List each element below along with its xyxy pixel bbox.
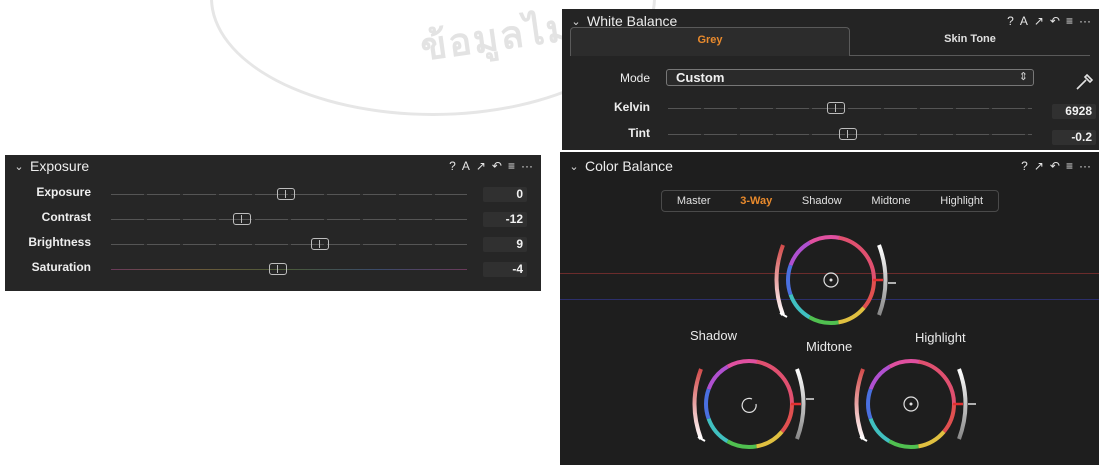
color-balance-panel-header[interactable]: ⌄ Color Balance ? ↗ ↶ ≡ ··· <box>560 155 1099 177</box>
highlight-label: Highlight <box>915 330 966 345</box>
midtone-color-wheel[interactable] <box>756 230 906 330</box>
segment-3-way[interactable]: 3-Way <box>740 195 772 207</box>
auto-icon[interactable]: A <box>1020 14 1028 28</box>
segment-master[interactable]: Master <box>677 195 711 207</box>
slider-label: Contrast <box>41 210 91 224</box>
eyedropper-icon[interactable] <box>1074 73 1094 91</box>
mode-segmented-control: Master 3-Way Shadow Midtone Highlight <box>661 190 999 212</box>
slider-knob[interactable] <box>311 238 329 250</box>
slider-row-brightness: Brightness 9 <box>5 235 541 257</box>
slider-label: Brightness <box>28 235 91 249</box>
highlight-color-wheel[interactable] <box>836 354 986 454</box>
panel-title: Exposure <box>30 158 90 174</box>
shadow-color-wheel[interactable] <box>674 354 824 454</box>
slider-value[interactable]: 0 <box>483 187 527 202</box>
slider-track[interactable] <box>111 244 467 245</box>
color-balance-panel: ⌄ Color Balance ? ↗ ↶ ≡ ··· Master 3-Way… <box>560 152 1099 465</box>
slider-row-saturation: Saturation -4 <box>5 260 541 282</box>
pick-icon[interactable]: ↗ <box>476 159 486 173</box>
help-icon[interactable]: ? <box>449 159 456 173</box>
slider-knob[interactable] <box>233 213 251 225</box>
reset-icon[interactable]: ↶ <box>1050 14 1060 28</box>
slider-value[interactable]: 6928 <box>1052 104 1096 119</box>
slider-label: Saturation <box>31 260 91 274</box>
mode-label: Mode <box>619 71 650 85</box>
shadow-label: Shadow <box>690 328 737 343</box>
mode-value: Custom <box>676 70 725 85</box>
help-icon[interactable]: ? <box>1007 14 1014 28</box>
slider-value[interactable]: -0.2 <box>1052 130 1096 145</box>
slider-label: Exposure <box>36 185 91 199</box>
slider-label: Kelvin <box>613 100 650 114</box>
slider-knob[interactable] <box>277 188 295 200</box>
select-arrows-icon: ⇕ <box>1018 71 1028 83</box>
white-balance-panel: ⌄ White Balance ? A ↗ ↶ ≡ ··· Grey Skin … <box>562 9 1099 150</box>
panel-toolbar: ? ↗ ↶ ≡ ··· <box>1021 159 1091 173</box>
slider-track[interactable] <box>111 219 467 220</box>
reset-icon[interactable]: ↶ <box>492 159 502 173</box>
slider-knob[interactable] <box>269 263 287 275</box>
slider-value[interactable]: 9 <box>483 237 527 252</box>
exposure-panel: ⌄ Exposure ? A ↗ ↶ ≡ ··· Exposure 0 Cont… <box>5 155 541 291</box>
segment-highlight[interactable]: Highlight <box>940 195 983 207</box>
auto-icon[interactable]: A <box>462 159 470 173</box>
exposure-panel-header[interactable]: ⌄ Exposure ? A ↗ ↶ ≡ ··· <box>5 155 541 177</box>
panel-toolbar: ? A ↗ ↶ ≡ ··· <box>449 159 533 173</box>
panel-toolbar: ? A ↗ ↶ ≡ ··· <box>1007 14 1091 28</box>
slider-row-exposure: Exposure 0 <box>5 185 541 207</box>
more-icon[interactable]: ··· <box>1079 14 1091 28</box>
slider-track[interactable] <box>668 108 1032 109</box>
midtone-label: Midtone <box>806 339 853 354</box>
slider-value[interactable]: -4 <box>483 262 527 277</box>
chevron-down-icon[interactable]: ⌄ <box>566 160 582 173</box>
slider-knob[interactable] <box>839 128 857 140</box>
presets-menu-icon[interactable]: ≡ <box>1066 14 1073 28</box>
presets-menu-icon[interactable]: ≡ <box>508 159 515 173</box>
help-icon[interactable]: ? <box>1021 159 1028 173</box>
slider-value[interactable]: -12 <box>483 212 527 227</box>
chevron-down-icon[interactable]: ⌄ <box>11 160 27 173</box>
segment-shadow[interactable]: Shadow <box>802 195 842 207</box>
presets-menu-icon[interactable]: ≡ <box>1066 159 1073 173</box>
reset-icon[interactable]: ↶ <box>1050 159 1060 173</box>
segment-midtone[interactable]: Midtone <box>871 195 910 207</box>
tab-skin-tone[interactable]: Skin Tone <box>850 27 1090 56</box>
tab-grey[interactable]: Grey <box>570 27 850 56</box>
chevron-down-icon[interactable]: ⌄ <box>568 15 584 28</box>
more-icon[interactable]: ··· <box>1079 159 1091 173</box>
saturation-track[interactable] <box>111 269 467 270</box>
mode-select[interactable]: Custom ⇕ <box>666 69 1034 86</box>
slider-row-contrast: Contrast -12 <box>5 210 541 232</box>
pick-icon[interactable]: ↗ <box>1034 14 1044 28</box>
pick-icon[interactable]: ↗ <box>1034 159 1044 173</box>
slider-knob[interactable] <box>827 102 845 114</box>
panel-title: Color Balance <box>585 158 673 174</box>
slider-label: Tint <box>628 126 650 140</box>
more-icon[interactable]: ··· <box>521 159 533 173</box>
